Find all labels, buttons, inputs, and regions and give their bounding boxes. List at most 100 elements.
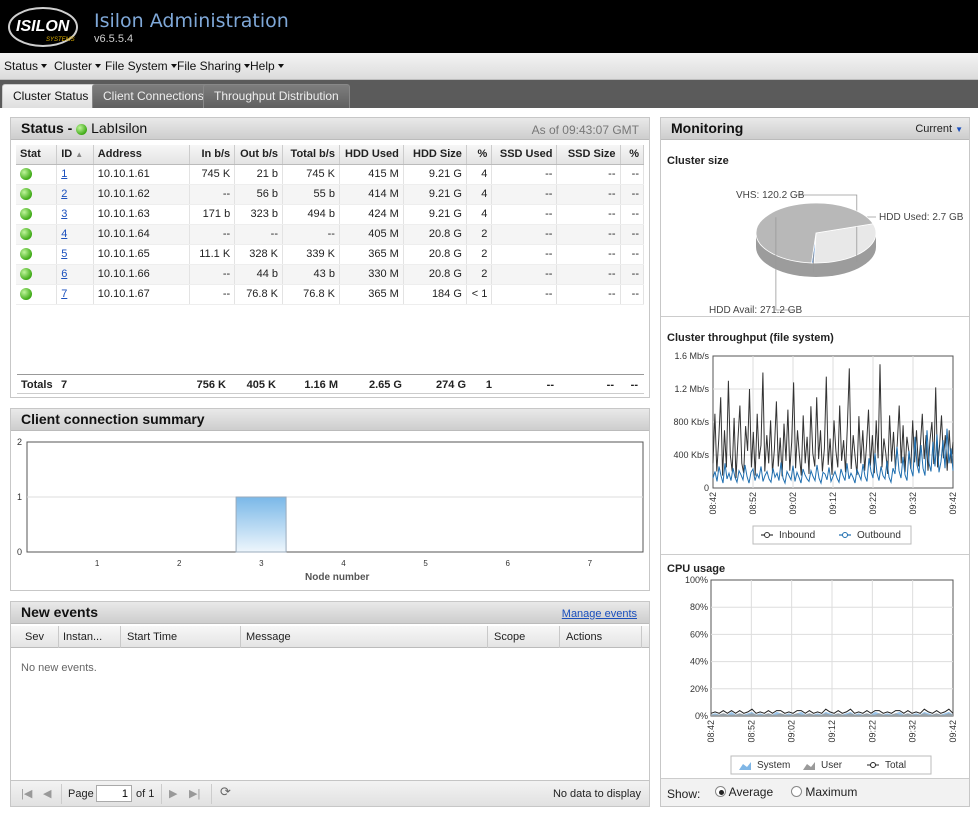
- col-instance[interactable]: Instan...: [63, 631, 102, 643]
- monitoring-mode-select[interactable]: Current ▼: [915, 123, 963, 135]
- col-message[interactable]: Message: [246, 631, 291, 643]
- ssd-used-cell: --: [491, 284, 558, 305]
- throughput-chart: 0 400 Kb/s 800 Kb/s 1.2 Mb/s 1.6 Mb/s 08:42 08…: [673, 351, 958, 545]
- pie-label: VHS: 120.2 GB: [736, 190, 805, 201]
- table-row[interactable]: 5 10.10.1.65 11.1 K 328 K 339 K 365 M 20.8 G2-…: [16, 244, 644, 265]
- y-tick-label: 2: [17, 437, 22, 447]
- totals-hdd-size: 274 G: [436, 379, 466, 391]
- prev-page-icon[interactable]: ◀: [43, 787, 51, 800]
- out-cell: 323 b: [234, 204, 283, 225]
- hdd-used-cell: 365 M: [339, 244, 404, 265]
- legend-label: Total: [885, 760, 906, 771]
- col-in[interactable]: In b/s: [189, 145, 236, 165]
- table-row[interactable]: 1 10.10.1.61 745 K 21 b 745 K 415 M 9.21 G 4 -- -…: [16, 164, 644, 185]
- address-cell: 10.10.1.62: [93, 184, 191, 205]
- x-tick-label: 08:42: [708, 492, 718, 515]
- node-ok-icon: [20, 188, 32, 201]
- col-stat[interactable]: Stat: [16, 145, 58, 165]
- node-id-link[interactable]: 2: [61, 188, 67, 200]
- node-id-link[interactable]: 5: [61, 248, 67, 260]
- totals-total: 1.16 M: [304, 379, 338, 391]
- address-cell: 10.10.1.65: [93, 244, 191, 265]
- legend-label: System: [757, 760, 790, 771]
- table-row[interactable]: 7 10.10.1.67 -- 76.8 K 76.8 K 365 M 184 G < 1 --…: [16, 284, 644, 305]
- table-row[interactable]: 4 10.10.1.64 -- -- -- 405 M 20.8 G 2 -- -- --: [16, 224, 644, 245]
- tab-throughput-distribution[interactable]: Throughput Distribution: [203, 84, 350, 108]
- hdd-size-cell: 20.8 G: [403, 244, 467, 265]
- legend-label: Outbound: [857, 530, 901, 541]
- first-page-icon[interactable]: |◀: [21, 787, 32, 800]
- col-out[interactable]: Out b/s: [234, 145, 283, 165]
- in-cell: 171 b: [189, 204, 236, 225]
- hdd-size-cell: 9.21 G: [403, 164, 467, 185]
- maximum-radio[interactable]: [791, 786, 802, 797]
- totals-count: 7: [61, 379, 68, 391]
- col-total[interactable]: Total b/s: [282, 145, 340, 165]
- cluster-name: LabIsilon: [91, 120, 148, 136]
- totals-row: Totals 7 756 K 405 K 1.16 M 2.65 G 274 G…: [17, 374, 644, 394]
- table-row[interactable]: 2 10.10.1.62 -- 56 b 55 b 414 M 9.21 G 4 -- -- --: [16, 184, 644, 205]
- x-tick-label: 2: [177, 559, 182, 568]
- node-id-link[interactable]: 7: [61, 288, 67, 300]
- app-version: v6.5.5.4: [94, 33, 134, 45]
- stat-cell: [16, 264, 58, 285]
- col-hdd-used[interactable]: HDD Used: [339, 145, 404, 165]
- monitoring-header: Monitoring Current ▼: [661, 118, 969, 140]
- chevron-down-icon: ▼: [955, 125, 963, 134]
- table-row[interactable]: 6 10.10.1.66 -- 44 b 43 b 330 M 20.8 G 2 -- -- --: [16, 264, 644, 285]
- node-id-link[interactable]: 1: [61, 168, 67, 180]
- menu-file-system[interactable]: File System: [105, 53, 177, 80]
- caret-down-icon: [41, 64, 48, 68]
- col-sev[interactable]: Sev: [25, 631, 44, 643]
- maximum-option[interactable]: Maximum: [791, 785, 857, 799]
- totals-hdd-used: 2.65 G: [368, 379, 402, 391]
- y-tick-label: 60%: [690, 629, 708, 639]
- refresh-icon[interactable]: ⟳: [220, 784, 231, 800]
- node-status-table: Stat ID ▲ Address In b/s Out b/s Total b…: [16, 145, 644, 305]
- table-row[interactable]: 3 10.10.1.63 171 b 323 b 494 b 424 M 9.21 G 4 --…: [16, 204, 644, 225]
- hdd-size-cell: 9.21 G: [403, 184, 467, 205]
- col-ssd-used[interactable]: SSD Used: [491, 145, 558, 165]
- col-scope[interactable]: Scope: [494, 631, 525, 643]
- monitoring-panel: Monitoring Current ▼ Cluster size VHS: 1…: [660, 117, 970, 807]
- menu-cluster[interactable]: Cluster: [54, 53, 102, 80]
- last-page-icon[interactable]: ▶|: [189, 787, 200, 800]
- out-cell: --: [234, 224, 283, 245]
- col-actions[interactable]: Actions: [566, 631, 602, 643]
- average-radio[interactable]: [715, 786, 726, 797]
- menu-help[interactable]: Help: [250, 53, 284, 80]
- totals-ssd-used: --: [546, 379, 554, 391]
- next-page-icon[interactable]: ▶: [169, 787, 177, 800]
- ssd-size-cell: --: [556, 204, 621, 225]
- id-cell: 3: [56, 204, 94, 225]
- col-hdd-size[interactable]: HDD Size: [403, 145, 467, 165]
- manage-events-link[interactable]: Manage events: [562, 608, 637, 620]
- col-start-time[interactable]: Start Time: [127, 631, 177, 643]
- col-address[interactable]: Address: [93, 145, 191, 165]
- col-ssd-pct[interactable]: %: [620, 145, 644, 165]
- x-tick-label: 08:52: [748, 492, 758, 515]
- node-id-link[interactable]: 4: [61, 228, 67, 240]
- average-option[interactable]: Average: [715, 785, 773, 799]
- menu-file-sharing[interactable]: File Sharing: [177, 53, 251, 80]
- bar-node-3[interactable]: [235, 496, 287, 553]
- stat-cell: [16, 164, 58, 185]
- node-id-link[interactable]: 6: [61, 268, 67, 280]
- tab-cluster-status[interactable]: Cluster Status: [2, 84, 100, 108]
- in-cell: 745 K: [189, 164, 236, 185]
- x-tick-label: 09:22: [868, 492, 878, 515]
- col-ssd-size[interactable]: SSD Size: [556, 145, 621, 165]
- col-hdd-pct[interactable]: %: [466, 145, 493, 165]
- client-summary-panel: Client connection summary 0 1 2 1 2 3 4 5 6 7 Node…: [10, 408, 650, 591]
- totals-in: 756 K: [196, 379, 226, 391]
- col-id[interactable]: ID ▲: [56, 145, 94, 165]
- menu-status[interactable]: Status: [4, 53, 48, 80]
- node-id-link[interactable]: 3: [61, 208, 67, 220]
- tab-bar: Cluster Status Client Connections Throug…: [0, 80, 978, 108]
- total-cell: 43 b: [282, 264, 340, 285]
- ssd-pct-cell: --: [620, 264, 644, 285]
- tab-client-connections[interactable]: Client Connections: [92, 84, 215, 108]
- ssd-used-cell: --: [491, 264, 558, 285]
- page-number-input[interactable]: [96, 785, 132, 802]
- y-tick-label: 80%: [690, 602, 708, 612]
